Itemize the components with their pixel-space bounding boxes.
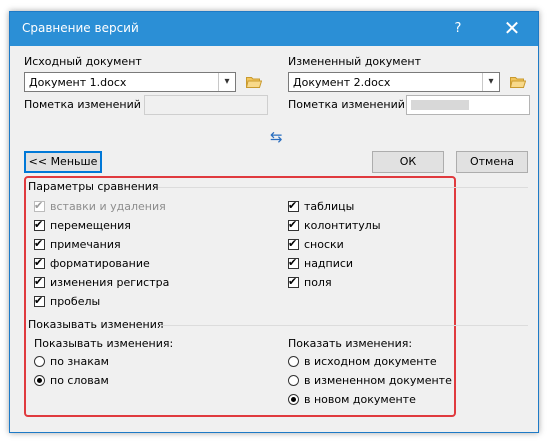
radio-selected-dot (37, 378, 42, 383)
show-changes-location-label: Показать изменения: (288, 337, 413, 350)
checkbox-label: форматирование (50, 257, 150, 270)
checkbox-box[interactable]: ✔ (34, 256, 45, 269)
help-button[interactable]: ? (446, 18, 470, 40)
checkbox-box[interactable]: ✔ (288, 199, 299, 212)
checkbox-box[interactable]: ✔ (34, 218, 45, 231)
revised-document-value: Документ 2.docx (293, 76, 391, 89)
checkbox-moves[interactable]: ✔ перемещения (34, 218, 131, 232)
radio-new-document[interactable]: в новом документе (288, 393, 416, 406)
checkmark-icon: ✔ (34, 256, 44, 269)
ok-button[interactable]: ОК (372, 151, 444, 173)
chevron-down-icon[interactable]: ▾ (482, 73, 499, 91)
checkmark-icon: ✔ (288, 218, 298, 231)
original-document-combo[interactable]: Документ 1.docx ▾ (24, 72, 236, 92)
show-changes-level-label: Показывать изменения: (34, 337, 174, 350)
folder-open-icon[interactable] (246, 76, 262, 88)
less-button[interactable]: << Меньше (24, 151, 102, 173)
checkbox-text-boxes[interactable]: ✔ надписи (288, 256, 354, 270)
checkbox-label: примечания (50, 238, 121, 251)
checkbox-label: изменения регистра (50, 276, 170, 289)
section-divider (160, 325, 528, 326)
comparison-settings-title: Параметры сравнения (28, 180, 159, 193)
original-document-label: Исходный документ (24, 55, 142, 68)
chevron-down-icon[interactable]: ▾ (218, 73, 235, 91)
section-divider (158, 187, 528, 188)
checkbox-box[interactable]: ✔ (288, 237, 299, 250)
checkbox-formatting[interactable]: ✔ форматирование (34, 256, 150, 270)
checkbox-whitespace[interactable]: ✔ пробелы (34, 294, 101, 308)
radio-label: в исходном документе (304, 355, 437, 368)
redacted-text (411, 100, 469, 110)
checkbox-box[interactable]: ✔ (288, 256, 299, 269)
checkbox-footnotes[interactable]: ✔ сноски (288, 237, 344, 251)
revised-document-label: Измененный документ (288, 55, 421, 68)
folder-open-icon[interactable] (510, 76, 526, 88)
checkbox-label: перемещения (50, 219, 131, 232)
checkbox-comments[interactable]: ✔ примечания (34, 237, 121, 251)
checkmark-icon: ✔ (34, 294, 44, 307)
checkbox-headers-footers[interactable]: ✔ колонтитулы (288, 218, 381, 232)
radio-by-word[interactable]: по словам (34, 374, 109, 387)
radio-original-document[interactable]: в исходном документе (288, 355, 437, 368)
checkbox-label: пробелы (50, 295, 101, 308)
radio-circle[interactable] (34, 356, 45, 367)
checkbox-fields[interactable]: ✔ поля (288, 275, 332, 289)
checkmark-icon: ✔ (34, 275, 44, 288)
swap-documents-icon[interactable]: ⇆ (270, 128, 283, 146)
checkmark-icon: ✔ (288, 275, 298, 288)
revised-mark-field[interactable] (406, 95, 530, 115)
checkmark-icon: ✔ (34, 199, 44, 212)
checkbox-box: ✔ (34, 199, 45, 212)
radio-revised-document[interactable]: в измененном документе (288, 374, 452, 387)
radio-selected-dot (291, 397, 296, 402)
checkmark-icon: ✔ (34, 218, 44, 231)
radio-label: по знакам (50, 355, 109, 368)
radio-circle[interactable] (288, 356, 299, 367)
radio-circle[interactable] (288, 394, 299, 405)
checkbox-box[interactable]: ✔ (34, 275, 45, 288)
checkbox-label: таблицы (304, 200, 355, 213)
original-document-value: Документ 1.docx (29, 76, 127, 89)
revised-document-combo[interactable]: Документ 2.docx ▾ (288, 72, 500, 92)
checkbox-case-changes[interactable]: ✔ изменения регистра (34, 275, 170, 289)
checkbox-box[interactable]: ✔ (34, 237, 45, 250)
checkbox-box[interactable]: ✔ (288, 218, 299, 231)
checkmark-icon: ✔ (34, 237, 44, 250)
close-button[interactable]: ✕ (492, 15, 532, 43)
checkbox-label: колонтитулы (304, 219, 381, 232)
revised-mark-label: Пометка изменений (288, 98, 405, 111)
checkbox-box[interactable]: ✔ (288, 275, 299, 288)
checkbox-box[interactable]: ✔ (34, 294, 45, 307)
checkbox-label: надписи (304, 257, 354, 270)
radio-label: в новом документе (304, 393, 416, 406)
dialog-title: Сравнение версий (22, 21, 139, 35)
radio-circle[interactable] (34, 375, 45, 386)
radio-circle[interactable] (288, 375, 299, 386)
checkmark-icon: ✔ (288, 237, 298, 250)
checkbox-label: вставки и удаления (50, 200, 166, 213)
checkmark-icon: ✔ (288, 256, 298, 269)
title-bar: Сравнение версий ? ✕ (10, 12, 538, 46)
checkbox-insertions-deletions: ✔ вставки и удаления (34, 199, 166, 213)
show-changes-title: Показывать изменения (28, 318, 164, 331)
compare-versions-dialog: Сравнение версий ? ✕ Исходный документ Д… (9, 11, 539, 433)
checkbox-label: поля (304, 276, 332, 289)
original-mark-field[interactable] (144, 95, 268, 115)
radio-label: по словам (50, 374, 109, 387)
checkmark-icon: ✔ (288, 199, 298, 212)
radio-label: в измененном документе (304, 374, 452, 387)
original-mark-label: Пометка изменений (24, 98, 141, 111)
checkbox-tables[interactable]: ✔ таблицы (288, 199, 355, 213)
radio-by-character[interactable]: по знакам (34, 355, 109, 368)
cancel-button[interactable]: Отмена (456, 151, 528, 173)
checkbox-label: сноски (304, 238, 344, 251)
